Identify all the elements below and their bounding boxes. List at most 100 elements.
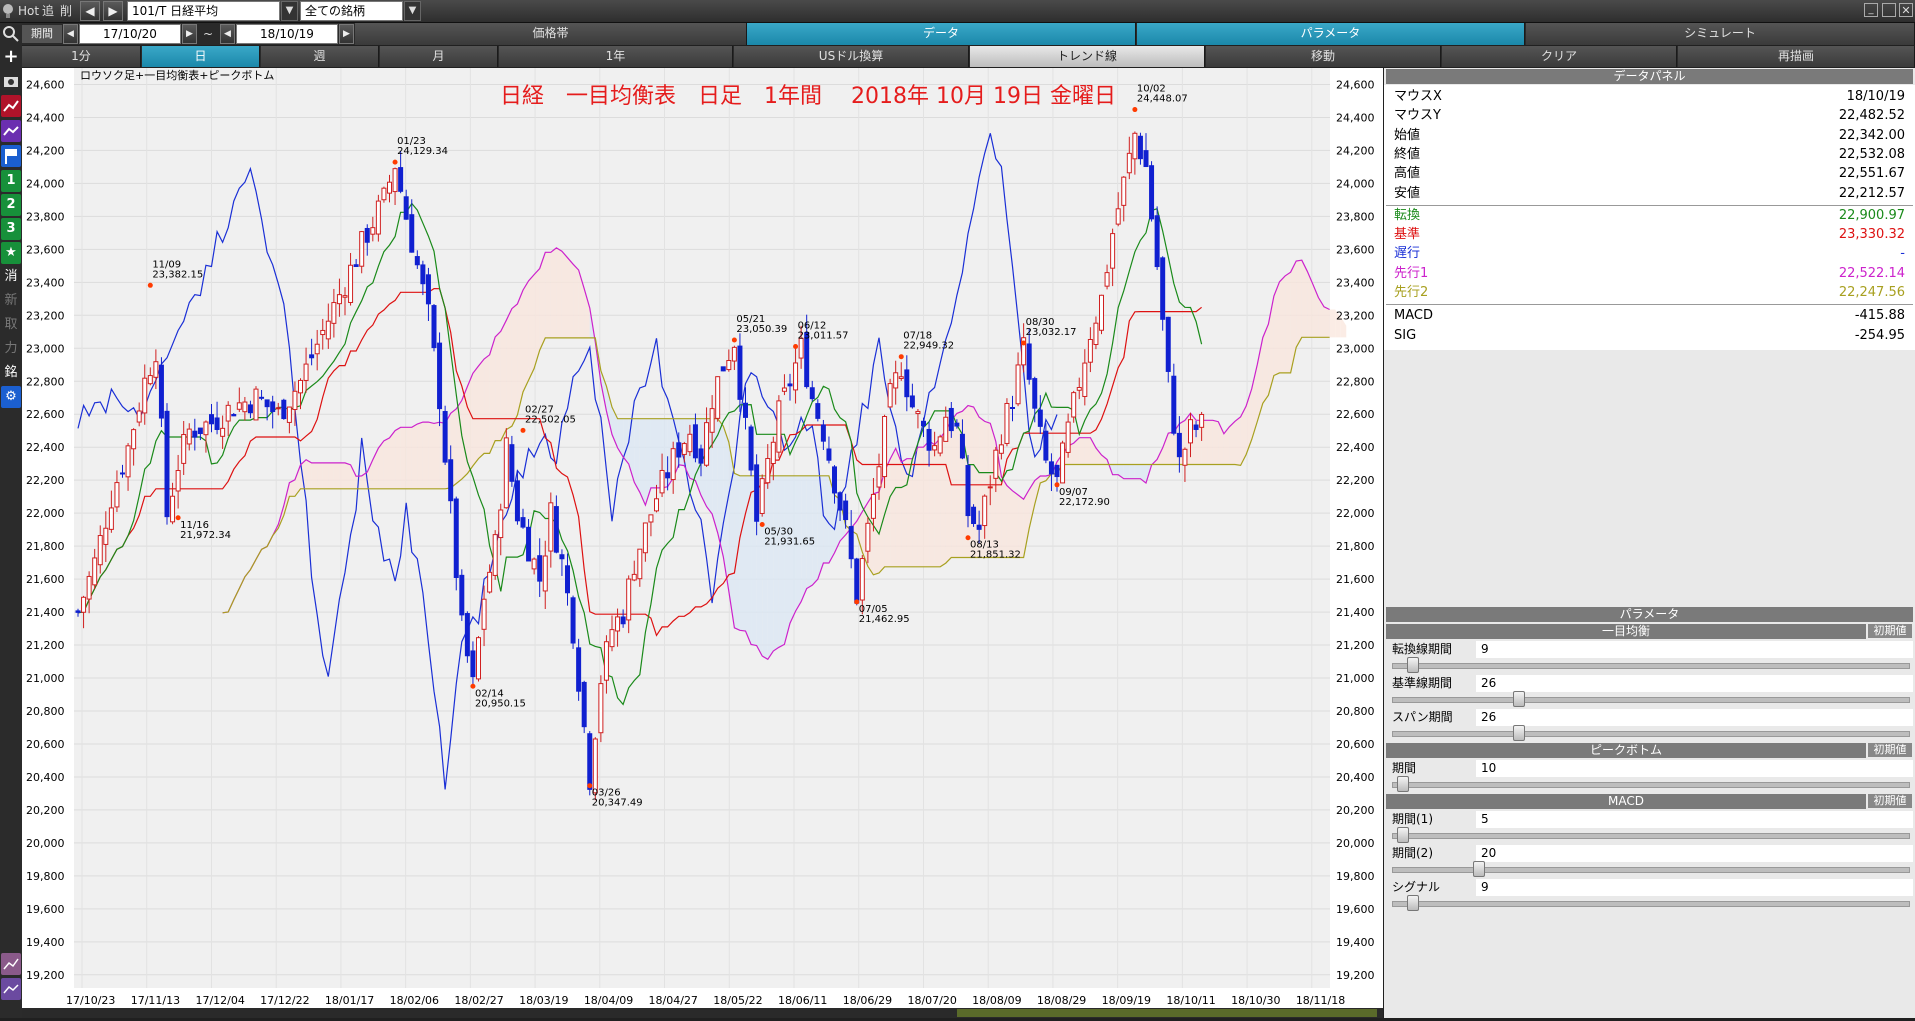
candle-body (392, 168, 398, 193)
param-value-input[interactable]: 5 (1476, 811, 1913, 828)
param-slider[interactable] (1392, 901, 1910, 907)
tab-price-band[interactable]: 価格帯 (355, 23, 747, 45)
candle-body (114, 482, 120, 508)
line-chart-icon[interactable] (1, 95, 21, 117)
maximize-icon[interactable] (1882, 3, 1896, 17)
settings-gear-icon[interactable]: ⚙ (1, 386, 21, 408)
param-value-input[interactable]: 9 (1476, 641, 1913, 658)
param-slider[interactable] (1392, 663, 1910, 669)
x-tick-label: 18/11/18 (1296, 994, 1345, 1007)
symbol-button[interactable]: 銘 (1, 362, 21, 384)
reset-default-button[interactable]: 初期値 (1868, 794, 1912, 808)
tab-1year[interactable]: 1年 (499, 46, 733, 67)
input-button[interactable]: 力 (1, 338, 21, 360)
kumo-segment (973, 406, 980, 558)
kumo-segment (400, 427, 407, 489)
candle-body (253, 388, 259, 421)
symbol-select[interactable]: 101/T 日経平均 (127, 1, 280, 21)
date-from-input[interactable]: 17/10/20 (79, 24, 181, 44)
delete-button[interactable]: 削 (60, 0, 72, 22)
flag-icon[interactable] (1, 145, 21, 167)
new-button[interactable]: 新 (1, 290, 21, 312)
param-slider[interactable] (1392, 833, 1910, 839)
to-prev-button[interactable]: ◀ (220, 24, 235, 44)
kumo-segment (1129, 464, 1135, 479)
close-icon[interactable]: ✕ (1899, 3, 1913, 17)
star-icon[interactable]: ★ (1, 242, 21, 264)
zoom-icon[interactable] (1, 23, 21, 45)
param-slider[interactable] (1392, 867, 1910, 873)
data-row-value: 22,551.67 (1838, 166, 1905, 182)
add-button[interactable]: 追 (42, 0, 54, 22)
from-next-button[interactable]: ▶ (182, 24, 197, 44)
bulb-icon[interactable] (2, 3, 14, 19)
fetch-button[interactable]: 取 (1, 314, 21, 336)
param-slider-knob[interactable] (1472, 861, 1485, 877)
mini-chart-icon[interactable] (1, 953, 21, 975)
prev-symbol-button[interactable]: ◀ (80, 1, 100, 21)
tab-weekly[interactable]: 週 (261, 46, 379, 67)
param-slider-knob[interactable] (1407, 657, 1420, 673)
candle-body (125, 445, 131, 478)
date-to-input[interactable]: 18/10/19 (236, 24, 338, 44)
candle-body (286, 406, 292, 423)
param-value-input[interactable]: 26 (1476, 675, 1913, 692)
reset-default-button[interactable]: 初期値 (1868, 624, 1912, 638)
candle-body (225, 404, 231, 422)
tab-simulate[interactable]: シミュレート (1526, 23, 1915, 45)
chart-area[interactable]: 11/09 23,382.15 11/16 21,972.34 01/23 24,129.… (22, 68, 1383, 1018)
param-slider[interactable] (1392, 731, 1910, 737)
hot-button[interactable]: Hot (18, 0, 39, 22)
data-row-value: - (1900, 246, 1905, 262)
param-slider-knob[interactable] (1397, 827, 1410, 843)
mini-indicator-icon[interactable] (1, 978, 21, 1000)
minimize-icon[interactable]: _ (1864, 3, 1878, 17)
preset-3-button[interactable]: 3 (1, 218, 21, 240)
next-symbol-button[interactable]: ▶ (103, 1, 123, 21)
param-slider[interactable] (1392, 782, 1910, 788)
indicator-icon[interactable] (1, 120, 21, 142)
param-value-input[interactable]: 10 (1476, 760, 1913, 777)
universe-select[interactable]: 全ての銘柄 (300, 1, 403, 21)
tab-parameter[interactable]: パラメータ (1137, 23, 1525, 45)
param-value-input[interactable]: 20 (1476, 845, 1913, 862)
param-slider[interactable] (1392, 697, 1910, 703)
param-slider-knob[interactable] (1513, 725, 1526, 741)
param-slider-knob[interactable] (1513, 691, 1526, 707)
camera-icon[interactable] (1, 70, 21, 92)
symbol-dropdown-icon[interactable]: ▼ (281, 1, 298, 21)
crosshair-icon[interactable]: + (1, 46, 21, 68)
data-row-value: 22,900.97 (1838, 207, 1905, 223)
erase-button[interactable]: 消 (1, 266, 21, 288)
candle-body (231, 414, 237, 417)
tab-monthly[interactable]: 月 (380, 46, 498, 67)
from-prev-button[interactable]: ◀ (63, 24, 78, 44)
preset-2-button[interactable]: 2 (1, 194, 21, 216)
peak-marker (147, 282, 153, 288)
candle-body (631, 573, 637, 581)
reset-default-button[interactable]: 初期値 (1868, 743, 1912, 757)
param-slider-knob[interactable] (1407, 895, 1420, 911)
clear-button[interactable]: クリア (1442, 46, 1677, 67)
redraw-button[interactable]: 再描画 (1678, 46, 1915, 67)
ichimoku-chart[interactable]: 11/0923,382.1511/1621,972.3401/2324,129.… (22, 68, 1383, 1018)
preset-1-button[interactable]: 1 (1, 170, 21, 192)
universe-dropdown-icon[interactable]: ▼ (404, 1, 421, 21)
candle-body (1115, 208, 1121, 225)
kumo-segment (979, 417, 985, 558)
trendline-button[interactable]: トレンド線 (970, 46, 1205, 67)
param-value-input[interactable]: 26 (1476, 709, 1913, 726)
to-next-button[interactable]: ▶ (339, 24, 354, 44)
param-value-input[interactable]: 9 (1476, 879, 1913, 896)
kumo-segment (417, 422, 423, 489)
candle-body (425, 274, 431, 305)
candle-body (131, 429, 137, 450)
candle-body (581, 681, 587, 728)
data-row-value: 22,212.57 (1838, 185, 1905, 201)
usd-convert-button[interactable]: USドル換算 (734, 46, 969, 67)
tab-1min[interactable]: 1分 (22, 46, 141, 67)
param-slider-knob[interactable] (1397, 776, 1410, 792)
tab-daily[interactable]: 日 (142, 46, 260, 67)
move-button[interactable]: 移動 (1206, 46, 1441, 67)
tab-data[interactable]: データ (747, 23, 1136, 45)
